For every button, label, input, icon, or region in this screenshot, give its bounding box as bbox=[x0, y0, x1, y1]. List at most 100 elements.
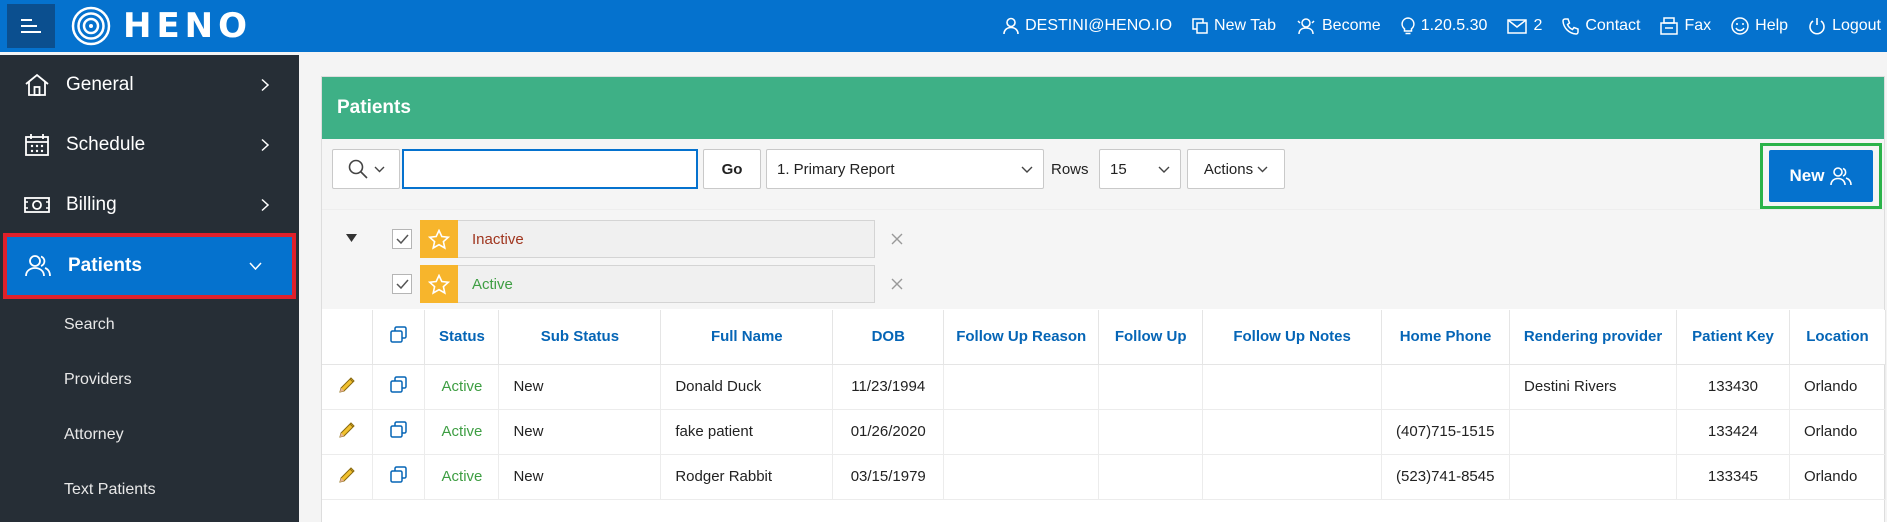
actions-label: Actions bbox=[1203, 160, 1254, 178]
power-icon bbox=[1809, 18, 1825, 35]
chevron-down-icon bbox=[249, 262, 262, 270]
sidebar-item-patients[interactable]: Patients bbox=[3, 233, 296, 299]
cell-sub-status: New bbox=[498, 454, 662, 500]
new-tab-link[interactable]: New Tab bbox=[1192, 17, 1276, 35]
cell-dob: 11/23/1994 bbox=[832, 364, 945, 410]
cell-location: Orlando bbox=[1789, 364, 1887, 410]
column-header-follow-up-notes[interactable]: Follow Up Notes bbox=[1202, 310, 1383, 365]
copy-row-button[interactable] bbox=[372, 364, 426, 410]
copy-row-button[interactable] bbox=[372, 409, 426, 455]
rows-select-value: 15 bbox=[1110, 160, 1127, 178]
cell-rendering-provider bbox=[1509, 409, 1677, 455]
cell-full-name: Rodger Rabbit bbox=[660, 454, 834, 500]
edit-row-button[interactable] bbox=[322, 454, 374, 500]
panel-title: Patients bbox=[322, 77, 1884, 139]
new-patient-button[interactable]: New bbox=[1769, 150, 1873, 202]
table-row: Active New Rodger Rabbit 03/15/1979 (523)741… bbox=[322, 454, 1887, 500]
filter-label-inactive[interactable]: Inactive bbox=[458, 220, 875, 258]
chevron-right-icon bbox=[261, 138, 269, 152]
money-icon bbox=[24, 197, 50, 213]
top-header: HENO DESTINI@HENO.IO New Tab Become 1.20… bbox=[0, 0, 1887, 52]
user-email: DESTINI@HENO.IO bbox=[1025, 17, 1173, 34]
filter-text: Active bbox=[472, 275, 513, 293]
cell-follow-up bbox=[1098, 364, 1204, 410]
report-select[interactable]: 1. Primary Report bbox=[766, 149, 1044, 189]
column-header-full-name[interactable]: Full Name bbox=[660, 310, 834, 365]
sidebar-item-general[interactable]: General bbox=[0, 55, 299, 115]
cell-status: Active bbox=[424, 409, 500, 455]
sidebar-subitem-attorney[interactable]: Attorney bbox=[0, 407, 299, 462]
column-header-location[interactable]: Location bbox=[1789, 310, 1887, 365]
fax-link[interactable]: Fax bbox=[1660, 17, 1711, 35]
cell-dob: 01/26/2020 bbox=[832, 409, 945, 455]
cell-follow-up-notes bbox=[1202, 454, 1383, 500]
help-link[interactable]: Help bbox=[1731, 17, 1788, 35]
star-icon bbox=[428, 273, 450, 295]
mail-count: 2 bbox=[1533, 17, 1543, 34]
hamburger-menu-button[interactable] bbox=[7, 4, 55, 48]
sidebar-item-billing[interactable]: Billing bbox=[0, 175, 299, 235]
mail-link[interactable]: 2 bbox=[1507, 17, 1542, 35]
app-logo[interactable]: HENO bbox=[71, 6, 252, 46]
column-header-follow-up-reason[interactable]: Follow Up Reason bbox=[943, 310, 1100, 365]
copy-icon bbox=[390, 421, 408, 438]
close-icon[interactable] bbox=[891, 233, 903, 245]
filter-row: Active bbox=[392, 264, 903, 304]
search-input[interactable] bbox=[402, 149, 698, 189]
report-toolbar: Go 1. Primary Report Rows 15 Actions New bbox=[322, 139, 1884, 209]
column-header-status[interactable]: Status bbox=[424, 310, 500, 365]
contact-link[interactable]: Contact bbox=[1562, 17, 1640, 35]
new-button-highlight: New bbox=[1760, 143, 1882, 209]
copy-icon bbox=[390, 376, 408, 393]
edit-row-button[interactable] bbox=[322, 409, 374, 455]
filter-checkbox[interactable] bbox=[392, 229, 412, 249]
logout-link[interactable]: Logout bbox=[1808, 17, 1881, 35]
version-link[interactable]: 1.20.5.30 bbox=[1401, 17, 1487, 35]
cell-patient-key: 133424 bbox=[1676, 409, 1790, 455]
smiley-icon bbox=[1731, 17, 1749, 35]
sidebar-subitem-text-patients[interactable]: Text Patients bbox=[0, 462, 299, 517]
sidebar-subitem-search[interactable]: Search bbox=[0, 297, 299, 352]
phone-icon bbox=[1562, 17, 1580, 35]
cell-follow-up bbox=[1098, 409, 1204, 455]
chevron-down-icon bbox=[374, 166, 384, 172]
filter-label-active[interactable]: Active bbox=[458, 265, 875, 303]
edit-row-button[interactable] bbox=[322, 364, 374, 410]
check-icon bbox=[395, 279, 409, 289]
sidebar-subitem-providers[interactable]: Providers bbox=[0, 352, 299, 407]
column-header-sub-status[interactable]: Sub Status bbox=[498, 310, 662, 365]
copy-icon bbox=[390, 466, 408, 483]
sidebar-item-schedule[interactable]: Schedule bbox=[0, 115, 299, 175]
sidebar-item-label: General bbox=[66, 74, 134, 95]
cell-location: Orlando bbox=[1789, 454, 1887, 500]
column-header-dob[interactable]: DOB bbox=[832, 310, 945, 365]
go-button[interactable]: Go bbox=[703, 149, 761, 189]
sidebar-item-label: Schedule bbox=[66, 134, 146, 155]
column-header-home-phone[interactable]: Home Phone bbox=[1381, 310, 1511, 365]
chevron-right-icon bbox=[261, 198, 269, 212]
column-header-follow-up[interactable]: Follow Up bbox=[1098, 310, 1204, 365]
filter-checkbox[interactable] bbox=[392, 274, 412, 294]
become-link[interactable]: Become bbox=[1296, 17, 1381, 35]
patients-panel: Patients Go 1. Primary Report Rows 15 Ac… bbox=[321, 76, 1887, 522]
fax-icon bbox=[1660, 17, 1679, 35]
sidebar-item-label: Billing bbox=[66, 194, 117, 215]
filter-text: Inactive bbox=[472, 230, 524, 248]
star-icon bbox=[428, 228, 450, 250]
collapse-triangle-icon[interactable] bbox=[346, 234, 357, 242]
user-icon bbox=[1003, 17, 1019, 35]
rows-select[interactable]: 15 bbox=[1099, 149, 1181, 189]
column-header-rendering-provider[interactable]: Rendering provider bbox=[1509, 310, 1677, 365]
copy-row-button[interactable] bbox=[372, 454, 426, 500]
user-menu[interactable]: DESTINI@HENO.IO bbox=[1003, 17, 1172, 35]
sidebar: General Schedule Billing Patients Search… bbox=[0, 55, 299, 522]
close-icon[interactable] bbox=[891, 278, 903, 290]
main-content: Patients Go 1. Primary Report Rows 15 Ac… bbox=[299, 52, 1887, 522]
column-header-patient-key[interactable]: Patient Key bbox=[1676, 310, 1790, 365]
actions-menu-button[interactable]: Actions bbox=[1187, 149, 1285, 189]
cell-follow-up-reason bbox=[943, 454, 1100, 500]
table-header-row: Status Sub Status Full Name DOB Follow U… bbox=[322, 310, 1887, 365]
cell-location: Orlando bbox=[1789, 409, 1887, 455]
search-column-dropdown[interactable] bbox=[332, 149, 400, 189]
sidebar-item-label: Patients bbox=[68, 255, 142, 276]
